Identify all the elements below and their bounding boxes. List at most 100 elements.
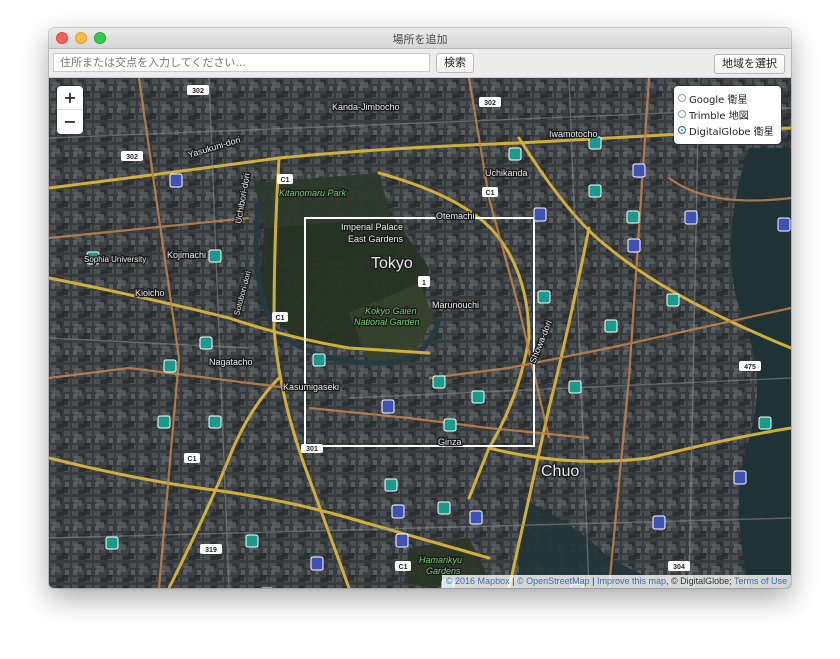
label-kokyo-gaien: Kokyo Gaien — [365, 306, 417, 316]
train-station-icon — [199, 336, 213, 350]
subway-station-icon — [169, 173, 183, 188]
zoom-control: + − — [57, 86, 83, 134]
separator: | — [509, 576, 517, 586]
improve-map-link[interactable]: Improve this map — [597, 576, 666, 586]
subway-station-icon — [310, 556, 324, 571]
map-attribution: © 2016 Mapbox | © OpenStreetMap | Improv… — [441, 575, 791, 588]
label-kojimachi: Kojimachi — [167, 250, 206, 260]
openstreetmap-link[interactable]: © OpenStreetMap — [517, 576, 590, 586]
train-station-icon — [432, 375, 446, 389]
label-hamarikyu: Hamarikyu — [419, 555, 462, 565]
svg-text:302: 302 — [192, 88, 204, 95]
label-uchikanda: Uchikanda — [485, 168, 528, 178]
shield-c1-d: C1 — [184, 453, 200, 463]
shield-302-c: 302 — [479, 97, 501, 107]
subway-station-icon — [469, 510, 483, 525]
train-station-icon — [312, 353, 326, 367]
toolbar: 検索 地域を選択 — [49, 49, 791, 78]
svg-text:475: 475 — [744, 364, 756, 371]
terms-link[interactable]: Terms of Use — [734, 576, 787, 586]
train-station-icon — [443, 418, 457, 432]
select-region-button[interactable]: 地域を選択 — [714, 54, 785, 74]
svg-text:C1: C1 — [276, 315, 285, 322]
layer-label: Trimble 地図 — [689, 110, 749, 122]
svg-text:C1: C1 — [399, 564, 408, 571]
label-kioicho: Kioicho — [135, 288, 165, 298]
shield-475: 475 — [739, 361, 761, 371]
label-kanda-jimbocho: Kanda-Jimbocho — [332, 102, 400, 112]
train-station-icon — [568, 380, 582, 394]
layer-option-digitalglobe[interactable]: DigitalGlobe 衛星 — [678, 122, 781, 138]
svg-text:C1: C1 — [281, 177, 290, 184]
subway-station-icon — [395, 533, 409, 548]
svg-text:1: 1 — [422, 280, 426, 287]
radio-button-selected[interactable] — [678, 126, 686, 134]
label-kitanomaru-park: Kitanomaru Park — [279, 188, 347, 198]
shield-302-a: 302 — [121, 151, 143, 161]
label-chuo: Chuo — [541, 463, 579, 480]
train-station-icon — [384, 478, 398, 492]
zoom-out-button[interactable]: − — [57, 110, 83, 134]
subway-station-icon — [533, 207, 547, 222]
shield-302-b: 302 — [187, 85, 209, 95]
shield-c1-a: C1 — [277, 174, 293, 184]
layer-switcher: Google 衛星 Trimble 地図 DigitalGlobe 衛星 — [674, 86, 781, 144]
label-iwamotocho: Iwamotocho — [549, 129, 598, 139]
address-search-input[interactable] — [53, 53, 430, 72]
shield-c1-e: C1 — [395, 561, 411, 571]
label-kasumigaseki: Kasumigaseki — [283, 382, 339, 392]
svg-text:319: 319 — [205, 547, 217, 554]
train-station-icon — [588, 184, 602, 198]
layer-option-google[interactable]: Google 衛星 — [678, 90, 781, 106]
zoom-in-button[interactable]: + — [57, 86, 83, 110]
svg-text:304: 304 — [673, 564, 685, 571]
satellite-map[interactable]: 302 302 302 C1 C1 C1 C1 C1 1 475 319 304… — [49, 78, 791, 588]
subway-station-icon — [684, 210, 698, 225]
train-station-icon — [245, 534, 259, 548]
shield-c1-b: C1 — [482, 187, 498, 197]
train-station-icon — [537, 290, 551, 304]
label-east-gardens: East Gardens — [348, 234, 404, 244]
digitalglobe-credit: , © DigitalGlobe; — [665, 576, 734, 586]
separator: | — [589, 576, 597, 586]
radio-button[interactable] — [678, 110, 686, 118]
train-station-icon — [508, 147, 522, 161]
train-station-icon — [163, 359, 177, 373]
label-ginza: Ginza — [438, 437, 462, 447]
label-sophia-university: Sophia University — [84, 255, 146, 264]
subway-station-icon — [632, 163, 646, 178]
train-station-icon — [437, 501, 451, 515]
train-station-icon — [157, 415, 171, 429]
svg-text:302: 302 — [484, 100, 496, 107]
label-nagatacho: Nagatacho — [209, 357, 253, 367]
radio-button[interactable] — [678, 94, 686, 102]
train-station-icon — [208, 415, 222, 429]
mapbox-link[interactable]: © 2016 Mapbox — [446, 576, 510, 586]
svg-text:302: 302 — [126, 154, 138, 161]
train-station-icon — [208, 249, 222, 263]
layer-label: Google 衛星 — [689, 94, 748, 106]
label-marunouchi: Marunouchi — [432, 300, 479, 310]
window-title: 場所を追加 — [392, 33, 448, 46]
shield-304: 304 — [668, 561, 690, 571]
train-station-icon — [105, 536, 119, 550]
layer-label: DigitalGlobe 衛星 — [689, 126, 774, 138]
label-imperial-palace: Imperial Palace — [341, 222, 403, 232]
svg-text:301: 301 — [306, 446, 318, 453]
title-bar[interactable]: 場所を追加 — [49, 28, 791, 49]
layer-option-trimble[interactable]: Trimble 地図 — [678, 106, 781, 122]
search-button[interactable]: 検索 — [436, 53, 474, 73]
subway-station-icon — [652, 515, 666, 530]
subway-station-icon — [391, 504, 405, 519]
map-view[interactable]: 302 302 302 C1 C1 C1 C1 C1 1 475 319 304… — [49, 78, 791, 588]
subway-station-icon — [777, 217, 791, 232]
train-station-icon — [666, 293, 680, 307]
subway-station-icon — [627, 238, 641, 253]
subway-station-icon — [381, 399, 395, 414]
label-national-garden: National Garden — [354, 317, 420, 327]
train-station-icon — [758, 416, 772, 430]
svg-text:C1: C1 — [188, 456, 197, 463]
shield-1: 1 — [418, 276, 430, 287]
train-station-icon — [604, 319, 618, 333]
app-window: 場所を追加 検索 地域を選択 — [49, 28, 791, 588]
